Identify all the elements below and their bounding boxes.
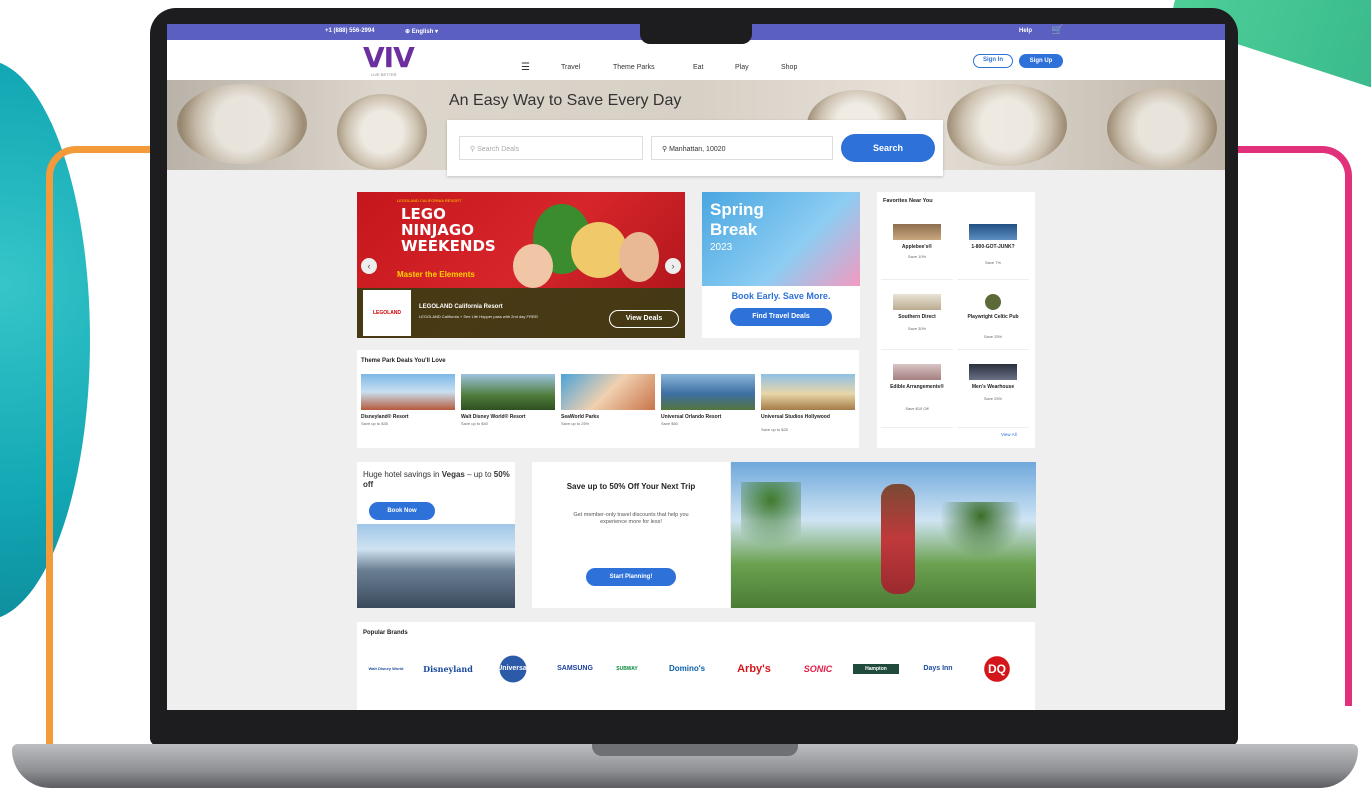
palm-tree bbox=[741, 482, 801, 572]
lego-title: LEGOLAND California Resort bbox=[419, 304, 503, 310]
sign-in-button[interactable]: Sign In bbox=[973, 54, 1013, 68]
find-travel-deals-button[interactable]: Find Travel Deals bbox=[730, 308, 832, 326]
favorite-item[interactable]: Southern Direct Save 30% bbox=[881, 284, 953, 350]
brand-logo[interactable]: Universal bbox=[485, 652, 541, 686]
search-button[interactable]: Search bbox=[841, 134, 935, 162]
logo-tagline: LIVE BETTER bbox=[371, 72, 397, 77]
theme-park-heading: Theme Park Deals You'll Love bbox=[361, 358, 446, 364]
brand-thumbnail bbox=[985, 294, 1001, 310]
spring-break-title: Spring Break bbox=[710, 200, 764, 239]
nav-item-theme-parks[interactable]: Theme Parks bbox=[613, 64, 655, 71]
chevron-right-icon[interactable]: › bbox=[665, 258, 681, 274]
menu-icon[interactable]: ☰ bbox=[521, 62, 530, 73]
favorites-panel: Favorites Near You Applebee's® Save 10% … bbox=[877, 192, 1035, 448]
legoland-carousel[interactable]: LEGOLAND CALIFORNIA RESORT LEGO NINJAGO … bbox=[357, 192, 685, 338]
favorite-item[interactable]: Playwright Celtic Pub Save 25% bbox=[957, 284, 1029, 350]
theme-park-image bbox=[461, 374, 555, 410]
palm-tree bbox=[941, 502, 1021, 572]
travel-savings-card: Save up to 50% Off Your Next Trip Get me… bbox=[532, 462, 730, 608]
main-nav: VIV LIVE BETTER ☰ Travel Theme Parks Eat… bbox=[167, 40, 1225, 80]
sign-up-button[interactable]: Sign Up bbox=[1019, 54, 1063, 68]
brand-logo[interactable]: Arby's bbox=[729, 652, 779, 686]
brand-thumbnail bbox=[893, 294, 941, 310]
food-plate-image bbox=[337, 94, 427, 170]
search-input[interactable]: ⚲ Search Deals bbox=[459, 136, 643, 160]
view-deals-button[interactable]: View Deals bbox=[609, 310, 679, 328]
favorite-item[interactable]: 1-800-GOT-JUNK? Save 7% bbox=[957, 214, 1029, 280]
brand-logo[interactable]: Days Inn bbox=[913, 652, 963, 686]
brand-thumbnail bbox=[893, 224, 941, 240]
brand-logo[interactable]: Disneyland bbox=[419, 652, 477, 686]
viv-logo[interactable]: VIV bbox=[363, 44, 415, 72]
lego-description: LEGOLAND California + See Life Hopper pa… bbox=[419, 314, 539, 319]
globe-icon: ⊕ bbox=[405, 29, 412, 35]
brand-logo[interactable]: SAMSUNG bbox=[547, 652, 603, 686]
spring-break-year: 2023 bbox=[710, 242, 733, 253]
browser-screen: +1 (888) 556-2994 ⊕ English ▾ Help 🛒 VIV… bbox=[167, 24, 1225, 710]
favorite-item[interactable]: Edible Arrangements® Save $10 Off bbox=[881, 354, 953, 428]
brand-logo[interactable]: SONIC bbox=[793, 652, 843, 686]
favorite-item[interactable]: Men's Wearhouse Save 25% bbox=[957, 354, 1029, 428]
brand-logo[interactable]: SUBWAY bbox=[609, 652, 645, 686]
spring-break-tagline: Book Early. Save More. bbox=[731, 291, 831, 301]
chevron-down-icon: ▾ bbox=[433, 29, 439, 35]
brand-logo[interactable]: Walt Disney World bbox=[361, 652, 411, 686]
laptop-base-notch bbox=[592, 744, 798, 756]
person-figure bbox=[881, 484, 915, 594]
vegas-text: Huge hotel savings in Vegas – up to 50% … bbox=[363, 470, 510, 489]
brand-logo[interactable]: Hampton bbox=[853, 664, 899, 674]
brand-logo[interactable]: Domino's bbox=[657, 652, 717, 686]
nav-item-eat[interactable]: Eat bbox=[693, 64, 704, 71]
theme-park-deals: Theme Park Deals You'll Love Disneyland®… bbox=[357, 350, 859, 448]
brand-thumbnail bbox=[893, 364, 941, 380]
spring-break-card[interactable]: Spring Break 2023 Book Early. Save More.… bbox=[702, 192, 860, 338]
food-plate-image bbox=[177, 84, 307, 164]
vegas-promo[interactable]: Huge hotel savings in Vegas – up to 50% … bbox=[357, 462, 515, 608]
view-all-link[interactable]: View All bbox=[1001, 432, 1017, 437]
child-photo bbox=[619, 232, 659, 282]
marketing-stage: +1 (888) 556-2994 ⊕ English ▾ Help 🛒 VIV… bbox=[0, 0, 1371, 797]
theme-park-image bbox=[761, 374, 855, 410]
search-panel: ⚲ Search Deals ⚲ Manhattan, 10020 Search bbox=[447, 120, 943, 176]
book-now-button[interactable]: Book Now bbox=[369, 502, 435, 520]
legoland-logo: LEGOLAND bbox=[363, 290, 411, 336]
theme-park-card[interactable]: SeaWorld Parks Save up to 25% bbox=[561, 374, 655, 444]
child-photo bbox=[513, 244, 553, 288]
language-selector[interactable]: ⊕ English ▾ bbox=[405, 28, 438, 35]
food-plate-image bbox=[947, 84, 1067, 166]
theme-park-image bbox=[561, 374, 655, 410]
theme-park-card[interactable]: Walt Disney World® Resort Save up to $40 bbox=[461, 374, 555, 444]
chevron-left-icon[interactable]: ‹ bbox=[361, 258, 377, 274]
lego-subheadline: Master the Elements bbox=[397, 270, 475, 279]
nav-item-shop[interactable]: Shop bbox=[781, 64, 797, 71]
brand-logo[interactable]: DQ bbox=[975, 652, 1019, 686]
lego-headline: LEGO NINJAGO WEEKENDS bbox=[401, 205, 496, 255]
paddleboard-photo bbox=[731, 462, 1036, 608]
favorite-item[interactable]: Applebee's® Save 10% bbox=[881, 214, 953, 280]
travel-savings-heading: Save up to 50% Off Your Next Trip bbox=[566, 482, 696, 491]
help-link[interactable]: Help bbox=[1019, 28, 1032, 34]
popular-brands-heading: Popular Brands bbox=[363, 630, 408, 636]
cart-icon[interactable]: 🛒 bbox=[1051, 25, 1063, 36]
brand-thumbnail bbox=[969, 224, 1017, 240]
travel-savings-body: Get member-only travel discounts that he… bbox=[573, 512, 689, 525]
nav-item-travel[interactable]: Travel bbox=[561, 64, 580, 71]
vegas-skyline-image bbox=[357, 524, 515, 608]
theme-park-image bbox=[361, 374, 455, 410]
nav-item-play[interactable]: Play bbox=[735, 64, 749, 71]
food-plate-image bbox=[1107, 88, 1217, 168]
favorites-heading: Favorites Near You bbox=[883, 198, 933, 204]
brand-thumbnail bbox=[969, 364, 1017, 380]
theme-park-card[interactable]: Universal Studios Hollywood Save up to $… bbox=[761, 374, 855, 444]
start-planning-button[interactable]: Start Planning! bbox=[586, 568, 676, 586]
theme-park-card[interactable]: Disneyland® Resort Save up to $35 bbox=[361, 374, 455, 444]
hero-title: An Easy Way to Save Every Day bbox=[449, 92, 682, 109]
location-field[interactable]: ⚲ Manhattan, 10020 bbox=[651, 136, 833, 160]
theme-park-image bbox=[661, 374, 755, 410]
lego-tag: LEGOLAND CALIFORNIA RESORT bbox=[397, 198, 462, 203]
theme-park-card[interactable]: Universal Orlando Resort Save $50 bbox=[661, 374, 755, 444]
phone-number[interactable]: +1 (888) 556-2994 bbox=[325, 28, 375, 34]
camera-notch bbox=[640, 16, 752, 44]
popular-brands: Popular Brands Walt Disney World Disneyl… bbox=[357, 622, 1035, 710]
